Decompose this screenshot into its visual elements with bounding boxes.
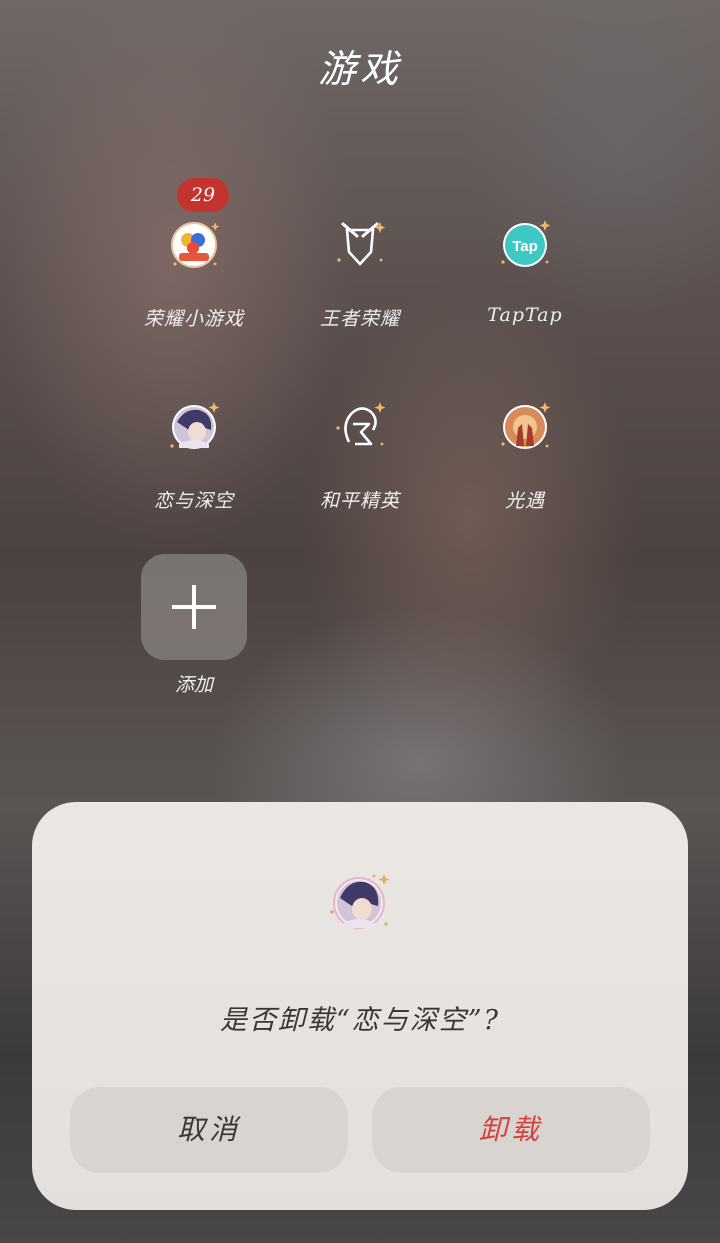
honor-of-kings-icon xyxy=(337,222,385,266)
app-peacekeeper-elite[interactable]: 和平精英 xyxy=(275,402,445,522)
app-label: 王者荣耀 xyxy=(319,308,400,330)
taptap-icon: Tap xyxy=(501,220,550,267)
app-honor-of-kings[interactable]: 王者荣耀 xyxy=(275,220,445,340)
folder-title: 游戏 xyxy=(317,47,402,91)
app-label: 恋与深空 xyxy=(153,490,234,512)
taptap-icon-text: Tap xyxy=(512,238,538,255)
app-label: 荣耀小游戏 xyxy=(143,308,244,330)
uninstall-dialog: 是否卸载“恋与深空”? 取消 卸载 xyxy=(32,802,688,1210)
plus-icon xyxy=(172,585,216,629)
app-love-and-deepspace[interactable]: 恋与深空 xyxy=(109,402,279,522)
app-label: 光遇 xyxy=(504,490,545,512)
add-app-button[interactable] xyxy=(141,554,247,660)
app-label: 和平精英 xyxy=(319,490,400,512)
cancel-button[interactable]: 取消 xyxy=(70,1087,348,1173)
love-and-deepspace-icon xyxy=(330,874,390,929)
peacekeeper-elite-icon xyxy=(336,402,385,446)
app-honor-mini-games[interactable]: 29 荣耀小游戏 xyxy=(109,178,279,340)
honor-mini-games-icon xyxy=(171,222,219,268)
uninstall-button[interactable]: 卸载 xyxy=(372,1087,650,1173)
love-and-deepspace-icon xyxy=(170,402,219,449)
app-label: TapTap xyxy=(487,304,563,326)
app-sky[interactable]: 光遇 xyxy=(440,402,610,522)
add-app-label: 添加 xyxy=(174,674,213,696)
app-taptap[interactable]: Tap TapTap xyxy=(440,220,610,340)
sky-icon xyxy=(501,402,550,449)
notification-badge: 29 xyxy=(177,178,229,212)
dialog-message: 是否卸载“恋与深空”? xyxy=(219,1005,501,1036)
